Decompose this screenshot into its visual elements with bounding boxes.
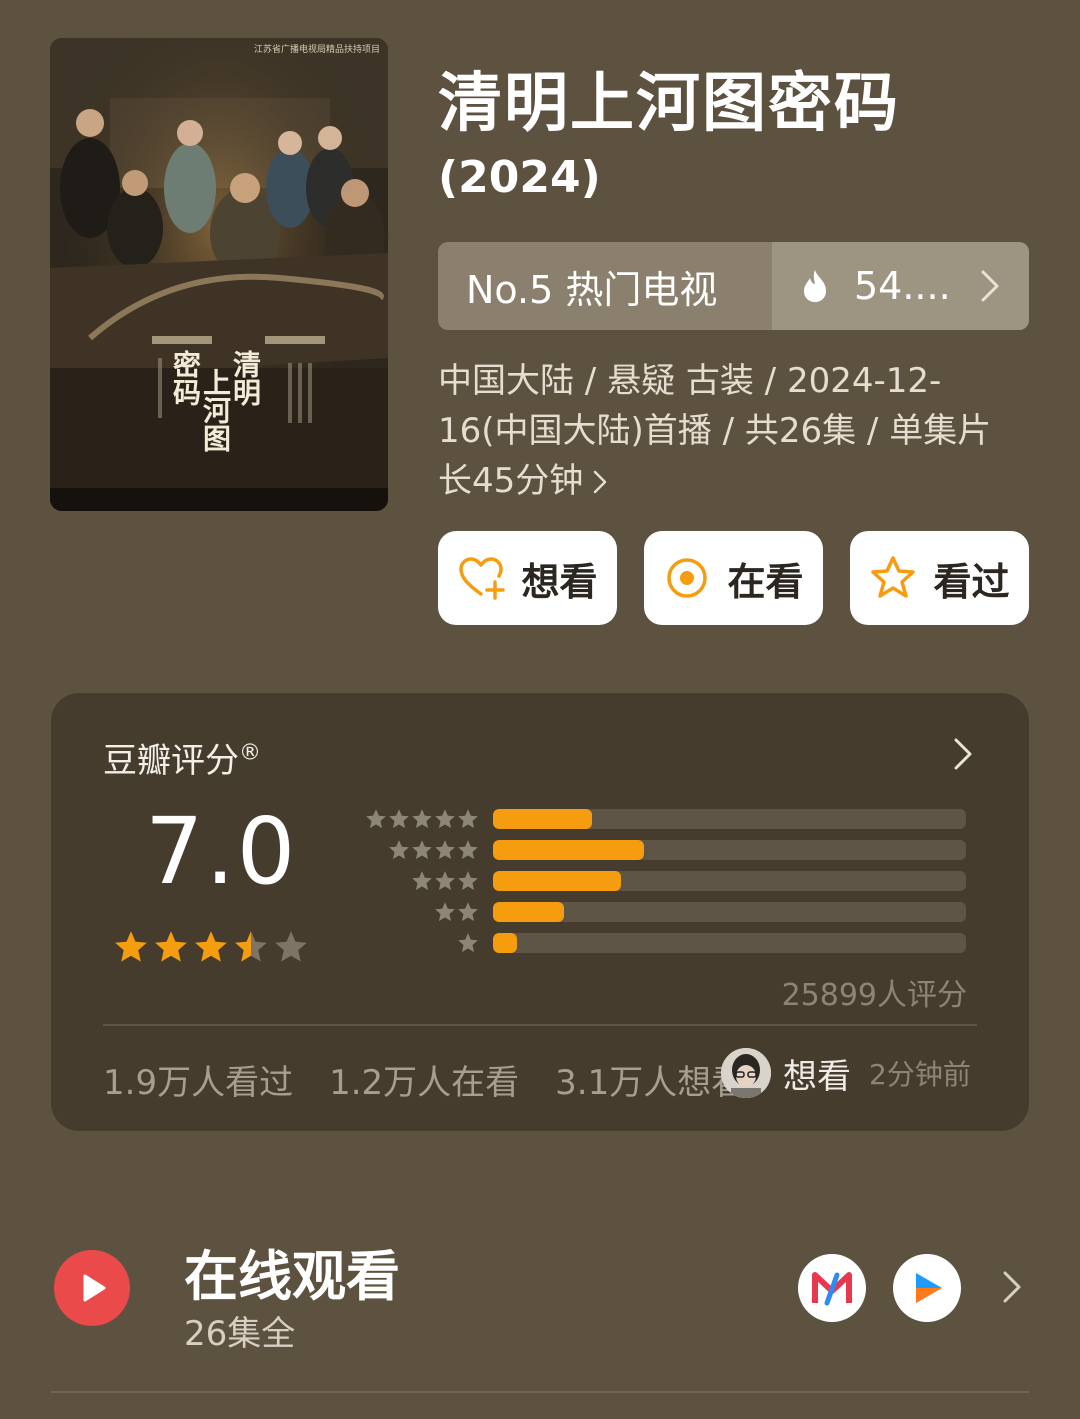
watching-button[interactable]: 在看 (644, 531, 823, 625)
distribution-bar-fill (493, 871, 621, 891)
star-icon (458, 871, 478, 890)
show-title: 清明上河图密码 (438, 67, 900, 141)
action-buttons: 想看 在看 看过 (438, 531, 1029, 625)
star-icon (389, 809, 409, 828)
watch-stats: 1.9万人看过 1.2万人在看 3.1万人想看 (103, 1055, 745, 1104)
fire-icon (804, 270, 826, 302)
page: 江苏省广播电视局精品扶持项目 清明 上河图 密码 清明上河图密码 (2024) … (0, 0, 1080, 1419)
stat-watched[interactable]: 1.9万人看过 (103, 1055, 293, 1104)
rating-count: 25899人评分 (781, 978, 967, 1013)
distribution-bar-fill (493, 933, 517, 953)
stat-want[interactable]: 3.1万人想看 (555, 1055, 745, 1104)
star-icon (458, 809, 478, 828)
distribution-stars (411, 870, 479, 892)
star-outline-icon (871, 556, 916, 598)
distribution-bar (493, 933, 966, 953)
watching-label: 在看 (727, 559, 804, 604)
star-icon (458, 902, 478, 921)
meta-text: 中国大陆 / 悬疑 古装 / 2024-12-16(中国大陆)首播 / 共26集… (438, 361, 992, 501)
recent-activity: 想看 2分钟前 (721, 1048, 971, 1098)
youku-logo (916, 1273, 942, 1303)
rating-label-text: 豆瓣评分 (103, 741, 239, 781)
activity-time: 2分钟前 (869, 1058, 971, 1091)
star-icon (412, 871, 432, 890)
star-icon (115, 931, 147, 962)
star-icon (235, 931, 267, 962)
rank-bar[interactable]: No.5 热门电视 54.... (438, 242, 1029, 330)
chevron-right-icon (981, 270, 999, 302)
star-icon (458, 933, 478, 952)
poster-title-3: 密码 (169, 350, 202, 406)
avatar-image (721, 1048, 771, 1098)
distribution-bar (493, 840, 966, 860)
score-stars (113, 929, 309, 965)
star-icon (435, 902, 455, 921)
registered-mark: ® (239, 740, 261, 766)
youku-icon[interactable] (893, 1254, 961, 1322)
rating-distribution (351, 808, 971, 963)
distribution-bar-fill (493, 809, 593, 829)
want-button[interactable]: 想看 (438, 531, 617, 625)
distribution-row-2 (351, 901, 971, 932)
heat-section[interactable]: 54.... (772, 242, 1029, 330)
play-icon (83, 1274, 106, 1302)
heat-value: 54.... (854, 264, 951, 308)
stat-watching[interactable]: 1.2万人在看 (329, 1055, 519, 1104)
distribution-row-5 (351, 808, 971, 839)
mgtv-icon[interactable] (798, 1254, 866, 1322)
chevron-right-icon[interactable] (953, 737, 973, 771)
star-icon (435, 840, 455, 859)
poster-image[interactable]: 江苏省广播电视局精品扶持项目 清明 上河图 密码 (50, 38, 388, 511)
rating-card[interactable]: 豆瓣评分® 7.0 25899人评分 1.9万人看过 1.2万人在看 3.1万人… (51, 693, 1029, 1131)
target-icon (667, 558, 708, 598)
mgtv-logo (812, 1272, 852, 1306)
distribution-bar-fill (493, 902, 564, 922)
avatar[interactable] (721, 1048, 771, 1098)
distribution-stars (457, 932, 479, 954)
heart-plus-icon (459, 557, 506, 600)
star-icon (389, 840, 409, 859)
distribution-bar-fill (493, 840, 645, 860)
poster-title-1: 清明 (229, 350, 262, 406)
poster-title-2: 上河图 (199, 368, 232, 452)
star-icon (366, 809, 386, 828)
rating-score: 7.0 (145, 798, 298, 905)
star-icon (435, 809, 455, 828)
star-icon (195, 931, 227, 962)
chevron-right-icon[interactable] (1002, 1270, 1022, 1304)
star-icon (435, 871, 455, 890)
star-icon (155, 931, 187, 962)
poster-caption: 江苏省广播电视局精品扶持项目 (253, 45, 380, 55)
watch-online-subtitle: 26集全 (184, 1314, 296, 1354)
distribution-row-3 (351, 870, 971, 901)
distribution-row-4 (351, 839, 971, 870)
distribution-bar (493, 902, 966, 922)
distribution-stars (365, 808, 479, 830)
distribution-stars (388, 839, 479, 861)
divider (103, 1024, 977, 1026)
rank-label[interactable]: No.5 热门电视 (438, 242, 772, 330)
rating-label: 豆瓣评分® (103, 733, 261, 782)
want-label: 想看 (521, 559, 598, 604)
show-year: (2024) (438, 152, 601, 203)
distribution-row-1 (351, 932, 971, 963)
star-icon (275, 931, 307, 962)
chevron-right-icon (594, 470, 607, 494)
distribution-stars (434, 901, 479, 923)
star-icon (412, 809, 432, 828)
play-button[interactable] (54, 1250, 130, 1326)
watched-button[interactable]: 看过 (850, 531, 1029, 625)
show-meta[interactable]: 中国大陆 / 悬疑 古装 / 2024-12-16(中国大陆)首播 / 共26集… (438, 356, 1008, 506)
star-icon (412, 840, 432, 859)
divider (51, 1391, 1029, 1393)
distribution-bar (493, 809, 966, 829)
watched-label: 看过 (933, 559, 1010, 604)
star-icon (458, 840, 478, 859)
activity-action: 想看 (783, 1056, 851, 1097)
watch-online-title[interactable]: 在线观看 (184, 1232, 400, 1311)
distribution-bar (493, 871, 966, 891)
